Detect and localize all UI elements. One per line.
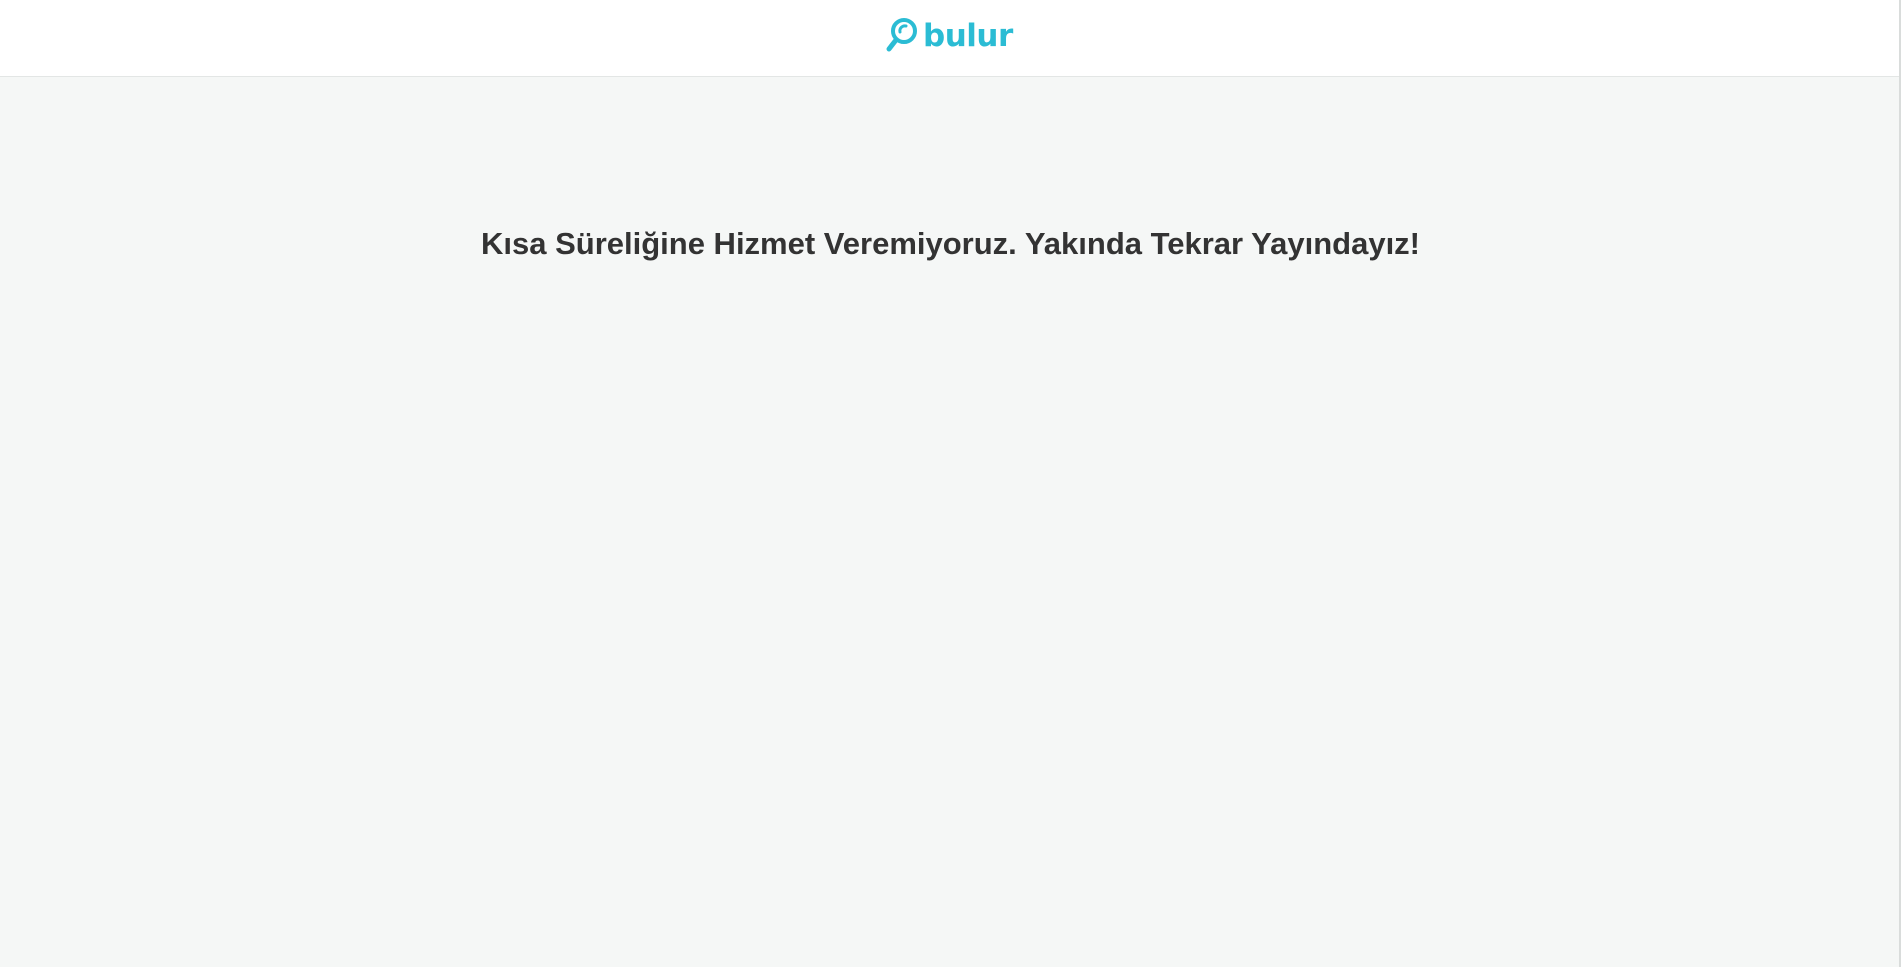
maintenance-message: Kısa Süreliğine Hizmet Veremiyoruz. Yakı… xyxy=(480,226,1421,261)
main-content xyxy=(0,77,1901,967)
logo-wordmark: bulur xyxy=(923,18,1013,54)
site-header: bulur xyxy=(0,0,1901,77)
magnifier-icon xyxy=(886,16,920,56)
logo-link[interactable]: bulur xyxy=(886,16,1013,56)
